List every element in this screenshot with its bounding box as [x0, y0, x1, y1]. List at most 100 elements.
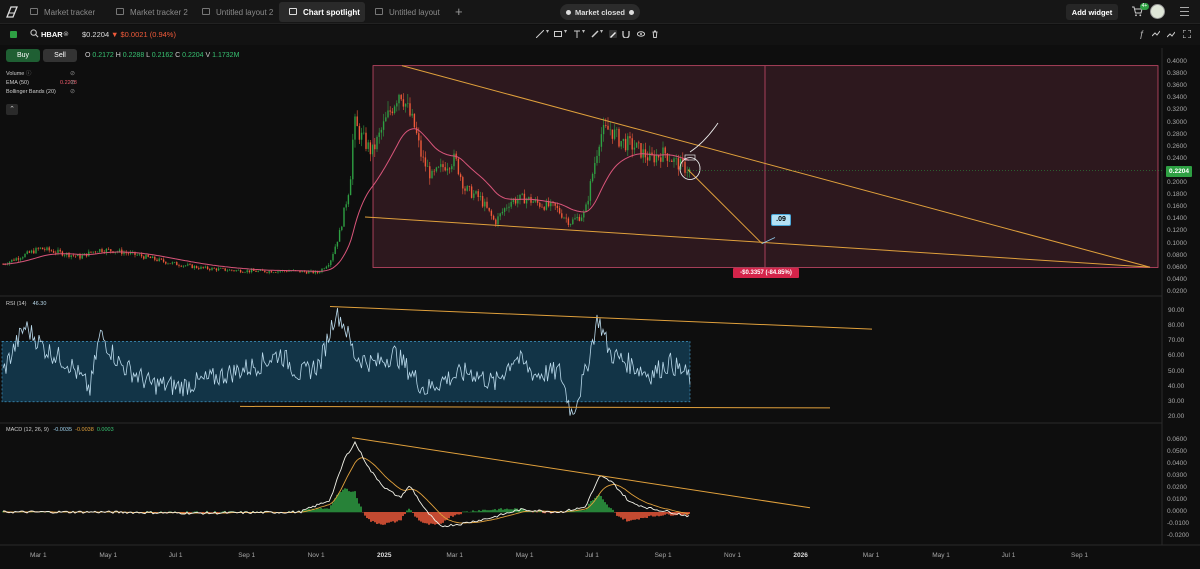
candle-body: [514, 199, 517, 204]
candle-body: [334, 246, 336, 254]
price-tick-label: 0.3000: [1167, 118, 1187, 126]
candle-body: [481, 196, 484, 207]
candle-body: [270, 271, 273, 273]
price-tick-label: 0.2800: [1167, 130, 1187, 138]
candle-body: [464, 188, 466, 191]
candle-body: [37, 248, 39, 249]
candle-body: [497, 216, 499, 225]
macd-histogram-bar: [322, 508, 324, 513]
candle-body: [398, 94, 400, 104]
candle-body: [523, 193, 526, 204]
candle-body: [138, 254, 141, 255]
macd-histogram-bar: [580, 510, 582, 513]
candle-body: [79, 254, 81, 259]
macd-tick-label: 0.0500: [1167, 448, 1187, 455]
macd-histogram-bar: [418, 512, 420, 521]
macd-histogram-bar: [360, 506, 362, 513]
macd-histogram-bar: [480, 510, 482, 513]
macd-histogram-bar: [404, 512, 406, 515]
macd-tick-label: 0.0100: [1167, 496, 1187, 503]
macd-legend[interactable]: MACD (12, 26, 9) -0.0035 -0.0038 0.0003: [6, 427, 114, 433]
candle-body: [22, 257, 24, 259]
macd-histogram-bar: [430, 512, 432, 524]
candle-body: [127, 253, 130, 254]
candle-body: [563, 217, 565, 219]
macd-histogram-bar: [472, 510, 474, 513]
macd-histogram-bar: [400, 512, 402, 521]
target-callout[interactable]: .09: [771, 214, 791, 226]
measure-label[interactable]: -$0.3357 (-84.85%): [733, 268, 799, 278]
candle-body: [250, 269, 253, 273]
candle-body: [602, 124, 605, 135]
candle-body: [107, 248, 110, 250]
candle-body: [325, 266, 328, 269]
candle-body: [435, 167, 438, 172]
macd-histogram-bar: [582, 510, 584, 513]
macd-histogram-bar: [502, 509, 504, 513]
candle-body: [596, 155, 598, 163]
rsi-tick-label: 70.00: [1168, 337, 1185, 345]
candle-body: [530, 197, 532, 203]
macd-histogram-bar: [346, 488, 348, 513]
macd-histogram-bar: [408, 508, 410, 513]
macd-histogram-bar: [366, 512, 368, 519]
candle-body: [330, 260, 332, 266]
macd-histogram-bar: [330, 505, 332, 513]
candle-body: [195, 266, 198, 269]
candle-body: [248, 270, 251, 273]
macd-histogram-bar: [478, 510, 480, 513]
macd-histogram-bar: [644, 512, 646, 518]
macd-histogram-bar: [496, 510, 498, 513]
candle-body: [44, 249, 46, 250]
candle-body: [532, 201, 534, 203]
candle-body: [33, 250, 35, 254]
macd-histogram-bar: [466, 511, 468, 513]
macd-histogram-bar: [484, 509, 486, 513]
time-tick-label: 2025: [377, 552, 392, 559]
time-tick-label: Nov 1: [724, 552, 741, 559]
time-tick-label: May 1: [515, 552, 534, 559]
candle-body: [367, 142, 369, 149]
macd-histogram-bar: [632, 512, 634, 520]
macd-tick-label: 0.0200: [1167, 484, 1187, 491]
candle-body: [363, 132, 365, 134]
candle-body: [182, 265, 185, 267]
candle-body: [396, 103, 398, 107]
macd-label: MACD (12, 26, 9): [6, 427, 49, 433]
candle-body: [46, 247, 48, 250]
price-tick-label: 0.3400: [1167, 94, 1187, 102]
price-tick-label: 0.3600: [1167, 82, 1187, 90]
candle-body: [209, 268, 211, 270]
candle-body: [631, 138, 633, 150]
candle-body: [501, 211, 504, 214]
candle-body: [574, 218, 576, 220]
price-tick-label: 0.1800: [1167, 191, 1187, 199]
macd-histogram-bar: [482, 509, 484, 513]
candle-body: [627, 136, 629, 151]
candle-body: [624, 138, 627, 151]
candle-body: [156, 259, 158, 261]
candle-body: [149, 256, 152, 259]
chart-canvas[interactable]: [0, 0, 1200, 569]
rsi-legend[interactable]: RSI (14) 46.30: [6, 301, 46, 307]
candle-body: [231, 269, 233, 271]
macd-histogram-bar: [664, 512, 666, 515]
candle-body: [393, 106, 396, 114]
macd-histogram-bar: [376, 512, 378, 524]
candle-body: [90, 251, 92, 253]
candle-body: [415, 127, 418, 134]
macd-histogram-bar: [450, 512, 452, 516]
candle-body: [407, 103, 409, 104]
candle-body: [638, 142, 640, 144]
macd-histogram-bar: [386, 512, 388, 523]
macd-histogram-bar: [464, 511, 466, 513]
macd-histogram-bar: [444, 512, 446, 521]
time-tick-label: Sep 1: [238, 552, 256, 559]
candle-body: [50, 250, 53, 252]
macd-histogram-bar: [398, 512, 400, 521]
macd-histogram-bar: [640, 512, 642, 518]
candle-body: [473, 193, 475, 198]
macd-histogram-bar: [486, 510, 488, 513]
macd-histogram-bar: [218, 512, 220, 513]
macd-histogram-bar: [370, 512, 372, 522]
